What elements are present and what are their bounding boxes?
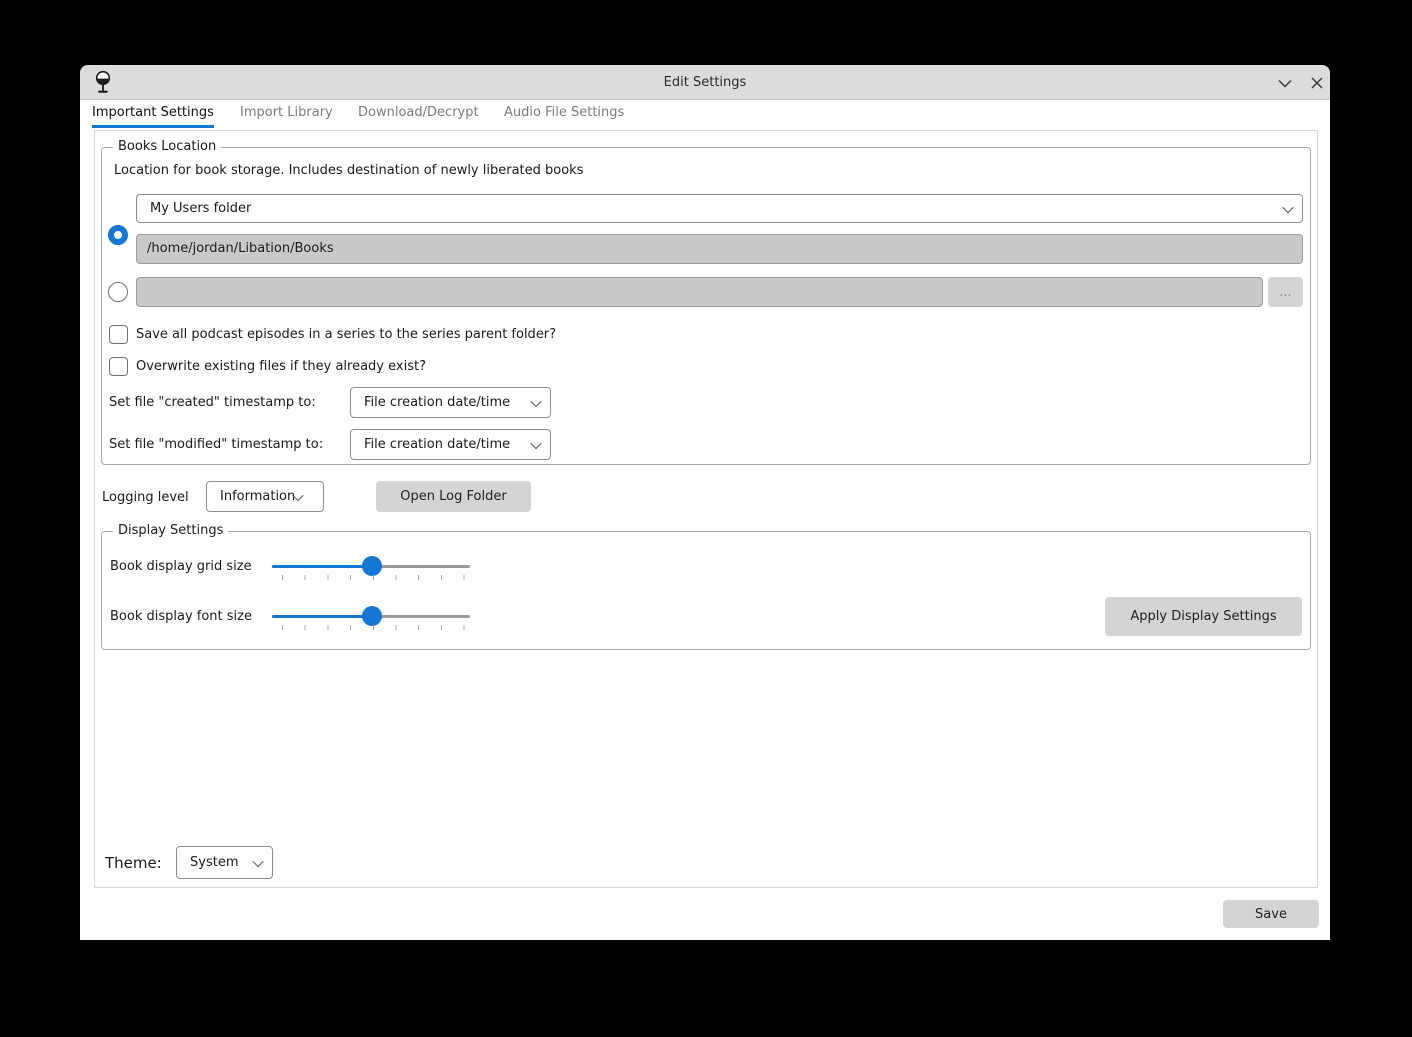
- grid-size-slider-ticks: [282, 575, 465, 580]
- logging-level-dropdown[interactable]: Information: [206, 481, 324, 512]
- titlebar: Edit Settings: [80, 65, 1330, 100]
- created-timestamp-dropdown[interactable]: File creation date/time: [350, 387, 551, 418]
- chevron-down-icon: [1282, 201, 1293, 212]
- chevron-down-icon: [292, 489, 303, 500]
- created-timestamp-value: File creation date/time: [364, 395, 532, 410]
- preset-path-radio[interactable]: [108, 225, 128, 245]
- theme-label: Theme:: [105, 854, 162, 872]
- overwrite-files-checkbox[interactable]: [109, 357, 128, 376]
- edit-settings-window: Edit Settings Important Settings Import …: [80, 65, 1330, 940]
- overwrite-files-checkbox-label: Overwrite existing files if they already…: [136, 359, 426, 374]
- browse-button[interactable]: ...: [1268, 277, 1303, 307]
- font-size-slider-thumb[interactable]: [362, 606, 382, 626]
- logging-level-label: Logging level: [102, 490, 189, 505]
- tab-import-library[interactable]: Import Library: [240, 102, 333, 128]
- podcast-series-checkbox[interactable]: [109, 325, 128, 344]
- tab-audio-file-settings[interactable]: Audio File Settings: [504, 102, 624, 128]
- grid-size-slider-thumb[interactable]: [362, 556, 382, 576]
- save-button[interactable]: Save: [1223, 900, 1319, 928]
- font-size-slider-fill: [272, 615, 372, 618]
- tab-bar: Important Settings Import Library Downlo…: [80, 100, 1330, 130]
- modified-timestamp-value: File creation date/time: [364, 437, 532, 452]
- created-timestamp-label: Set file "created" timestamp to:: [109, 395, 316, 410]
- books-location-legend: Books Location: [113, 139, 221, 154]
- bottom-bar: [80, 888, 1330, 940]
- font-size-slider-ticks: [282, 625, 465, 630]
- chevron-down-icon: [530, 437, 541, 448]
- display-settings-legend: Display Settings: [113, 523, 228, 538]
- folder-preset-dropdown[interactable]: My Users folder: [136, 194, 1303, 223]
- open-log-folder-button[interactable]: Open Log Folder: [376, 481, 531, 512]
- modified-timestamp-label: Set file "modified" timestamp to:: [109, 437, 323, 452]
- minimize-button[interactable]: [1272, 71, 1298, 95]
- custom-path-radio[interactable]: [108, 282, 128, 302]
- window-title: Edit Settings: [80, 65, 1330, 100]
- grid-size-slider-label: Book display grid size: [110, 559, 252, 574]
- grid-size-slider-fill: [272, 565, 372, 568]
- folder-preset-value: My Users folder: [150, 201, 1284, 216]
- custom-path-field: [136, 277, 1263, 307]
- theme-value: System: [190, 855, 254, 870]
- logging-level-value: Information: [220, 489, 294, 504]
- chevron-down-icon: [530, 395, 541, 406]
- theme-dropdown[interactable]: System: [176, 846, 273, 879]
- tab-download-decrypt[interactable]: Download/Decrypt: [358, 102, 479, 128]
- tab-important-settings[interactable]: Important Settings: [92, 102, 214, 128]
- podcast-series-checkbox-label: Save all podcast episodes in a series to…: [136, 327, 556, 342]
- close-button[interactable]: [1304, 71, 1330, 95]
- apply-display-settings-button[interactable]: Apply Display Settings: [1105, 597, 1302, 636]
- font-size-slider-label: Book display font size: [110, 609, 252, 624]
- modified-timestamp-dropdown[interactable]: File creation date/time: [350, 429, 551, 460]
- books-location-description: Location for book storage. Includes dest…: [114, 163, 584, 178]
- resolved-path-field: /home/jordan/Libation/Books: [136, 234, 1303, 264]
- chevron-down-icon: [252, 855, 263, 866]
